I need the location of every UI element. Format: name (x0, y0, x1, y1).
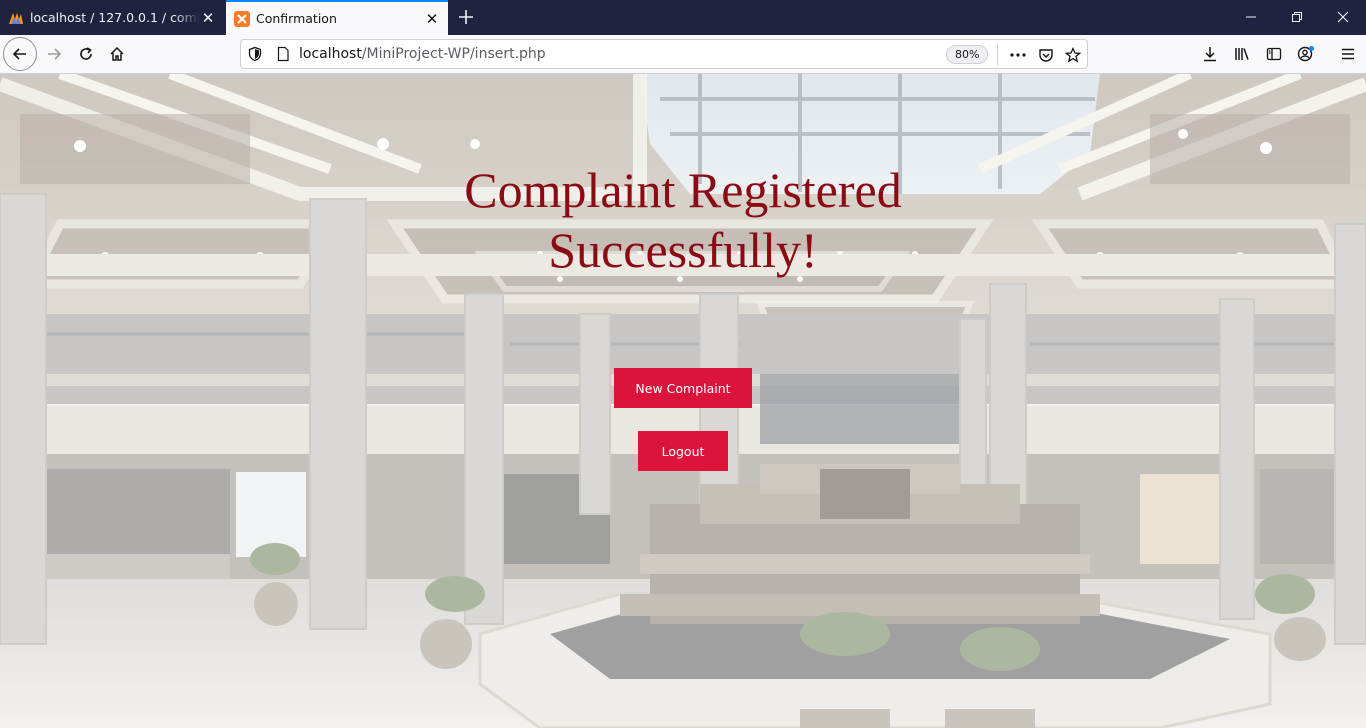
library-button[interactable] (1226, 38, 1258, 70)
star-icon (1065, 47, 1081, 63)
heading-line-1: Complaint Registered (464, 162, 902, 218)
more-dots-icon (1010, 53, 1026, 57)
sidebar-button[interactable] (1258, 38, 1290, 70)
url-host: localhost (299, 46, 362, 62)
new-complaint-button[interactable]: New Complaint (614, 368, 752, 408)
close-window-button[interactable] (1320, 0, 1366, 33)
sidebar-icon (1266, 47, 1282, 61)
back-button[interactable] (3, 37, 37, 71)
page-actions-button[interactable] (1008, 45, 1028, 65)
account-icon (1297, 46, 1314, 62)
hamburger-menu-icon (1342, 48, 1354, 60)
menu-button[interactable] (1332, 38, 1364, 70)
download-icon (1204, 47, 1216, 62)
minimize-button[interactable] (1228, 0, 1274, 33)
tab-confirmation[interactable]: Confirmation ✕ (226, 0, 448, 35)
close-tab-icon[interactable]: ✕ (424, 10, 440, 28)
page-viewport: Complaint Registered Successfully! New C… (0, 74, 1366, 728)
reload-icon (80, 47, 92, 60)
navigation-toolbar: localhost/MiniProject-WP/insert.php 80% (0, 35, 1366, 74)
minimize-icon (1246, 16, 1256, 17)
library-icon (1235, 48, 1249, 60)
account-button[interactable] (1290, 38, 1322, 70)
logout-button[interactable]: Logout (638, 431, 728, 471)
home-icon (110, 46, 124, 61)
pocket-button[interactable] (1036, 45, 1056, 65)
arrow-right-icon (48, 48, 62, 60)
shield-icon[interactable] (247, 46, 263, 66)
tab-title: Confirmation (256, 11, 337, 26)
url-path: /MiniProject-WP/insert.php (361, 46, 546, 62)
divider (997, 45, 998, 65)
address-bar[interactable]: localhost/MiniProject-WP/insert.php 80% (240, 39, 1088, 69)
zoom-level-badge[interactable]: 80% (946, 45, 989, 64)
xampp-icon (234, 10, 250, 27)
url-text[interactable]: localhost/MiniProject-WP/insert.php (299, 46, 546, 62)
pocket-icon (1039, 49, 1053, 62)
downloads-button[interactable] (1194, 38, 1226, 70)
tab-title: localhost / 127.0.0.1 / complaints (30, 10, 200, 25)
confirmation-heading: Complaint Registered Successfully! (383, 160, 983, 280)
page-icon[interactable] (275, 46, 291, 66)
restore-button[interactable] (1274, 0, 1320, 33)
arrow-left-icon (12, 48, 26, 60)
new-tab-button[interactable] (452, 4, 480, 30)
tab-strip: localhost / 127.0.0.1 / complaints ✕ Con… (0, 0, 1366, 35)
tab-phpmyadmin[interactable]: localhost / 127.0.0.1 / complaints ✕ (0, 0, 224, 35)
phpmyadmin-icon (9, 12, 23, 24)
close-icon (1337, 11, 1349, 22)
bookmark-star-button[interactable] (1063, 45, 1083, 65)
plus-icon (459, 10, 473, 24)
restore-icon (1292, 11, 1302, 22)
heading-line-2: Successfully! (548, 222, 818, 278)
home-button[interactable] (101, 38, 133, 70)
close-tab-icon[interactable]: ✕ (200, 9, 216, 27)
forward-button[interactable] (38, 38, 70, 70)
reload-button[interactable] (70, 38, 102, 70)
